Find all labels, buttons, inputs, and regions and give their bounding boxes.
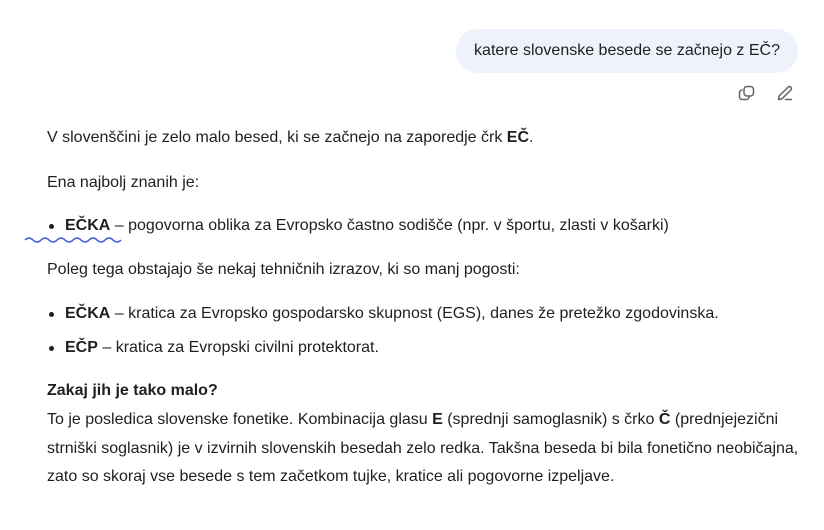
why-text-1: To je posledica slovenske fonetike. Komb… — [47, 411, 433, 428]
why-bold-c: Č — [658, 411, 671, 428]
intro-bold: EČ — [506, 129, 530, 146]
user-message-bubble: katere slovenske besede se začnejo z EČ? — [456, 29, 798, 73]
list-item-term: EČKA — [65, 217, 111, 234]
spellcheck-underline — [24, 237, 122, 243]
list-item: EČP – kratica za Evropski civilni protek… — [47, 334, 719, 368]
list-item-term: EČKA — [65, 305, 111, 322]
answer-intro: V slovenščini je zelo malo besed, ki se … — [47, 124, 533, 152]
list-item-description: – pogovorna oblika za Evropsko častno so… — [110, 217, 669, 234]
also-text: Poleg tega obstajajo še nekaj tehničnih … — [47, 261, 520, 278]
why-heading: Zakaj jih je tako malo? — [47, 382, 218, 399]
list-item-description: – kratica za Evropsko gospodarsko skupno… — [110, 305, 719, 322]
edit-pencil-icon[interactable] — [775, 83, 795, 103]
intro-text: V slovenščini je zelo malo besed, ki se … — [47, 129, 507, 146]
intro-suffix: . — [529, 129, 534, 146]
message-actions — [737, 83, 795, 103]
list-item-term: EČP — [65, 339, 98, 356]
technical-list: EČKA – kratica za Evropsko gospodarsko s… — [47, 300, 719, 368]
list-item: EČKA – pogovorna oblika za Evropsko čast… — [24, 212, 669, 246]
known-heading: Ena najbolj znanih je: — [47, 174, 200, 191]
known-list: EČKA – pogovorna oblika za Evropsko čast… — [24, 212, 669, 246]
why-bold-e: E — [432, 411, 443, 428]
copy-icon[interactable] — [737, 83, 757, 103]
user-message-text: katere slovenske besede se začnejo z EČ? — [474, 42, 780, 59]
why-paragraph: To je posledica slovenske fonetike. Komb… — [47, 406, 807, 492]
why-text-2: (sprednji samoglasnik) s črko — [442, 411, 659, 428]
list-item: EČKA – kratica za Evropsko gospodarsko s… — [47, 300, 719, 334]
list-item-description: – kratica za Evropski civilni protektora… — [97, 339, 379, 356]
